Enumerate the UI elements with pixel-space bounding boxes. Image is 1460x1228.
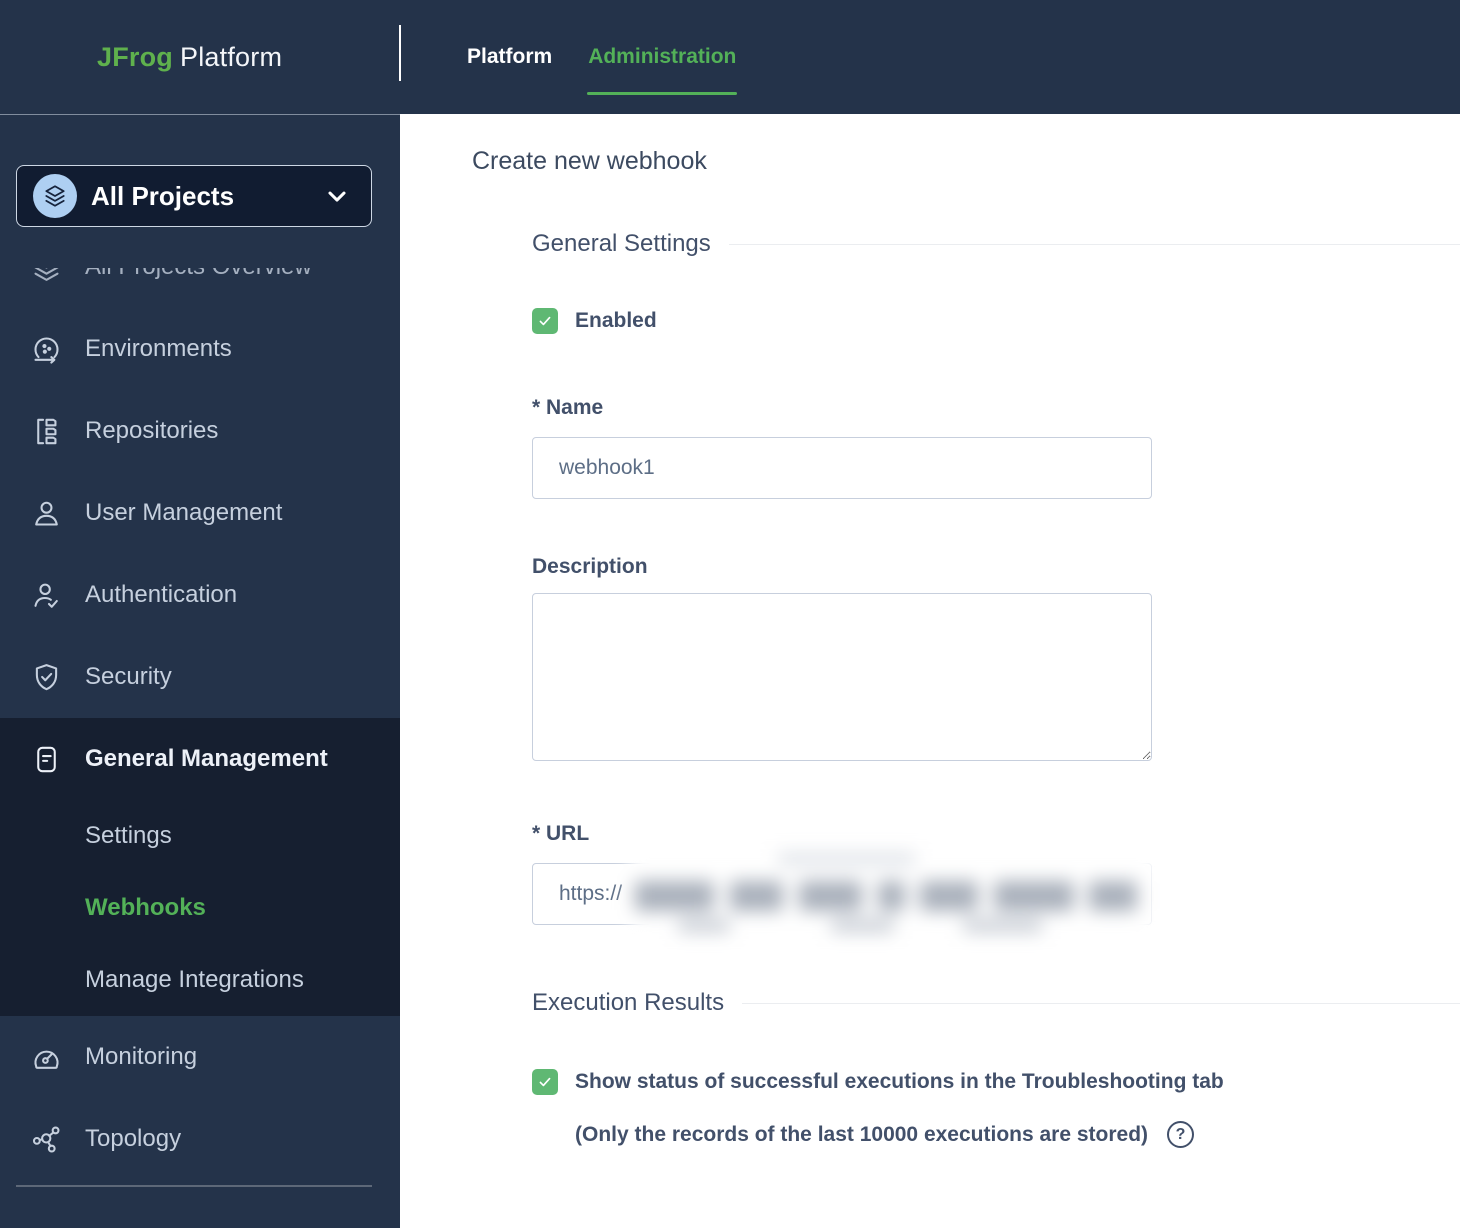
show-success-checkbox[interactable]	[532, 1069, 558, 1095]
environments-cycle-icon	[30, 333, 63, 366]
sidebar-item-manage-integrations[interactable]: Manage Integrations	[0, 944, 400, 1016]
sidebar-item-label: Topology	[85, 1125, 181, 1153]
enabled-checkbox[interactable]	[532, 308, 558, 334]
sidebar-item-label: All Projects Overview	[85, 268, 312, 281]
user-icon	[30, 497, 63, 530]
name-label: * Name	[532, 396, 1460, 420]
shield-check-icon	[30, 661, 63, 694]
section-divider	[742, 1003, 1460, 1004]
execution-note: (Only the records of the last 10000 exec…	[575, 1123, 1148, 1147]
document-icon	[30, 743, 63, 776]
sidebar-item-label: Environments	[85, 335, 232, 363]
sidebar-item-label: Security	[85, 663, 172, 691]
name-input[interactable]	[532, 437, 1152, 499]
user-check-icon	[30, 579, 63, 612]
logo-suffix-text: Platform	[180, 42, 282, 72]
check-icon	[535, 1072, 555, 1092]
tab-platform[interactable]: Platform	[466, 42, 553, 72]
project-selector[interactable]: All Projects	[16, 165, 372, 227]
sidebar-bottom-divider	[16, 1185, 372, 1187]
header-tabs: Platform Administration	[466, 42, 737, 72]
sidebar-item-all-projects-overview[interactable]: All Projects Overview	[0, 268, 400, 308]
gauge-icon	[30, 1041, 63, 1074]
layers-icon	[30, 268, 63, 284]
sidebar-item-user-management[interactable]: User Management	[0, 472, 400, 554]
show-success-label: Show status of successful executions in …	[575, 1070, 1224, 1094]
check-icon	[535, 311, 555, 331]
general-settings-section-header: General Settings	[532, 230, 1460, 258]
logo-brand-text: JFrog	[97, 42, 173, 72]
sidebar-item-settings[interactable]: Settings	[0, 800, 400, 872]
sidebar-item-repositories[interactable]: Repositories	[0, 390, 400, 472]
sidebar-item-label: Authentication	[85, 581, 237, 609]
url-label: * URL	[532, 822, 1460, 846]
execution-results-heading: Execution Results	[532, 989, 724, 1017]
admin-sidebar: All Projects All Projects Overview	[0, 114, 400, 1228]
sidebar-item-label: Repositories	[85, 417, 218, 445]
general-settings-heading: General Settings	[532, 230, 711, 258]
url-field-wrapper	[532, 863, 1152, 925]
header-divider	[399, 25, 401, 81]
sidebar-item-security[interactable]: Security	[0, 636, 400, 718]
webhook-form: General Settings Enabled * Name Descript…	[532, 230, 1460, 1148]
execution-note-row: (Only the records of the last 10000 exec…	[575, 1121, 1460, 1148]
sidebar-section-general-management: General Management Settings Webhooks Man…	[0, 718, 400, 1016]
main-content: Create new webhook General Settings Enab…	[400, 114, 1460, 1228]
url-input[interactable]	[532, 863, 1152, 925]
sidebar-item-label: Monitoring	[85, 1043, 197, 1071]
description-textarea[interactable]	[532, 593, 1152, 761]
sidebar-nav: All Projects Overview Environments	[0, 268, 400, 1180]
repositories-icon	[30, 415, 63, 448]
sidebar-item-monitoring[interactable]: Monitoring	[0, 1016, 400, 1098]
chevron-down-icon	[323, 182, 351, 210]
section-divider	[729, 244, 1460, 245]
page-title: Create new webhook	[472, 147, 1460, 176]
sidebar-item-environments[interactable]: Environments	[0, 308, 400, 390]
description-label: Description	[532, 555, 1460, 579]
help-icon[interactable]: ?	[1167, 1121, 1194, 1148]
sidebar-item-topology[interactable]: Topology	[0, 1098, 400, 1180]
topology-icon	[30, 1123, 63, 1156]
sidebar-item-webhooks[interactable]: Webhooks	[0, 872, 400, 944]
sidebar-item-general-management[interactable]: General Management	[0, 718, 400, 800]
sidebar-item-label: General Management	[85, 745, 328, 773]
jfrog-logo: JFrogPlatform	[0, 42, 400, 73]
sidebar-item-authentication[interactable]: Authentication	[0, 554, 400, 636]
execution-results-section-header: Execution Results	[532, 989, 1460, 1017]
all-projects-icon	[33, 174, 77, 218]
enabled-label: Enabled	[575, 309, 657, 333]
enabled-checkbox-row: Enabled	[532, 308, 1460, 334]
tab-administration[interactable]: Administration	[587, 42, 737, 72]
project-selector-label: All Projects	[91, 181, 323, 212]
success-status-checkbox-row: Show status of successful executions in …	[532, 1069, 1460, 1095]
sidebar-item-label: User Management	[85, 499, 282, 527]
top-header: JFrogPlatform Platform Administration	[0, 0, 1460, 114]
